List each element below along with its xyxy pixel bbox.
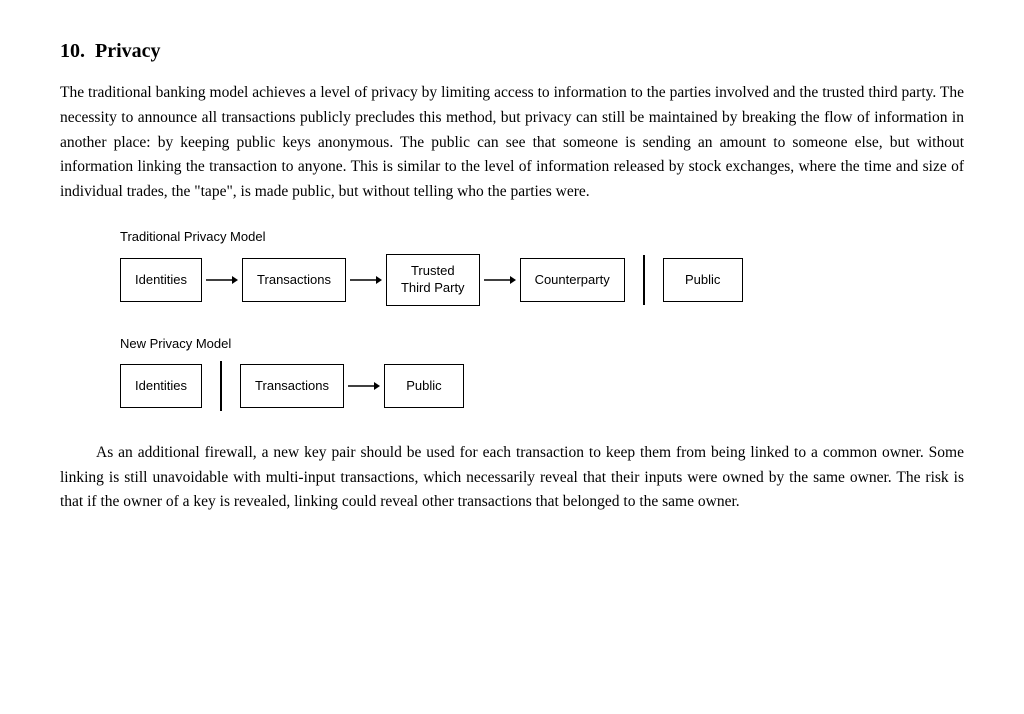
arrow-1 bbox=[206, 272, 238, 288]
traditional-model: Traditional Privacy Model Identities Tra… bbox=[120, 229, 964, 306]
intro-paragraph: The traditional banking model achieves a… bbox=[60, 81, 964, 205]
box-transactions-new: Transactions bbox=[240, 364, 344, 408]
new-model-label: New Privacy Model bbox=[120, 336, 964, 351]
box-counterparty: Counterparty bbox=[520, 258, 625, 302]
new-model-row: Identities Transactions Public bbox=[120, 361, 964, 411]
box-identities-traditional: Identities bbox=[120, 258, 202, 302]
traditional-model-row: Identities Transactions TrustedThird Par… bbox=[120, 254, 964, 306]
vertical-divider-traditional bbox=[643, 255, 645, 305]
arrow-3 bbox=[484, 272, 516, 288]
box-transactions-traditional: Transactions bbox=[242, 258, 346, 302]
box-trusted-third-party: TrustedThird Party bbox=[386, 254, 480, 306]
closing-paragraph: As an additional firewall, a new key pai… bbox=[60, 441, 964, 515]
box-public-new: Public bbox=[384, 364, 464, 408]
arrow-4 bbox=[348, 378, 380, 394]
box-public-traditional: Public bbox=[663, 258, 743, 302]
arrow-2 bbox=[350, 272, 382, 288]
box-identities-new: Identities bbox=[120, 364, 202, 408]
section-title: 10. Privacy bbox=[60, 40, 964, 63]
new-model: New Privacy Model Identities Transaction… bbox=[120, 336, 964, 411]
diagram-area: Traditional Privacy Model Identities Tra… bbox=[120, 229, 964, 411]
traditional-model-label: Traditional Privacy Model bbox=[120, 229, 964, 244]
vertical-divider-new bbox=[220, 361, 222, 411]
